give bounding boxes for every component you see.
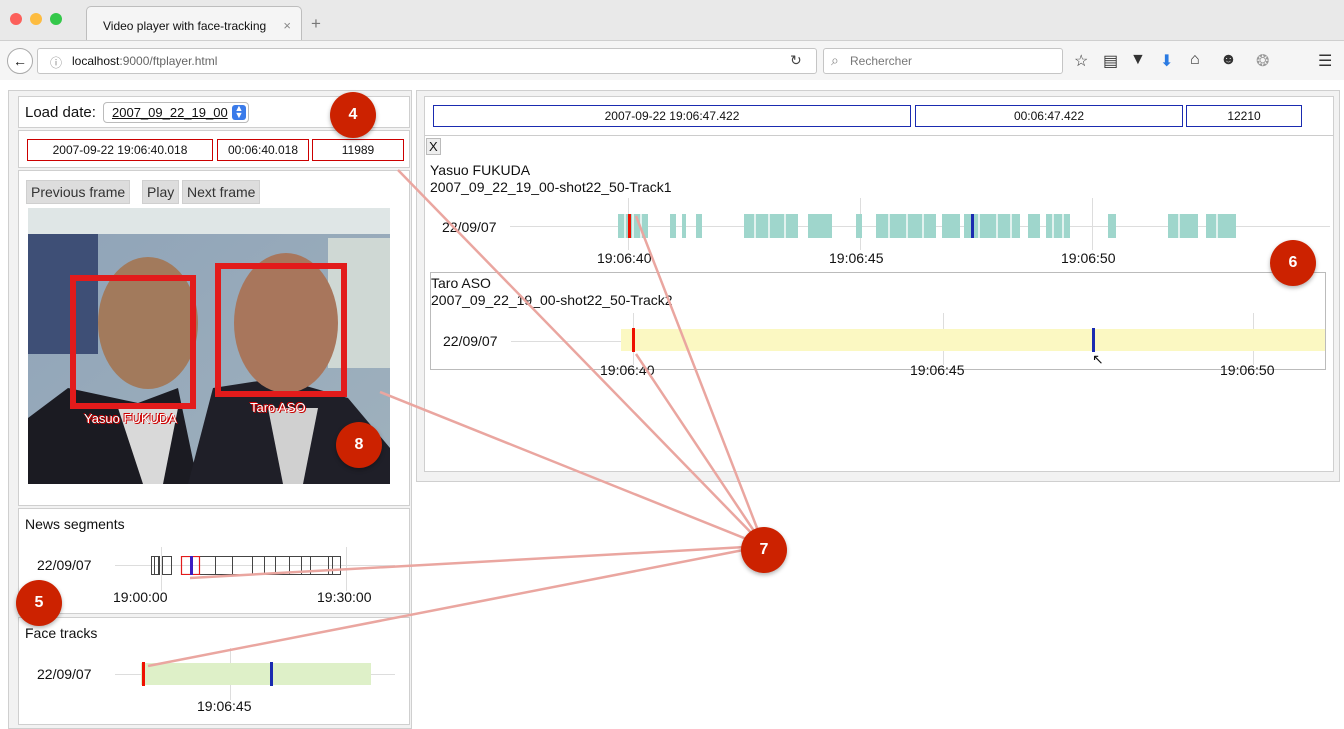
badge-7: 7: [741, 527, 787, 573]
badge-4: 4: [330, 92, 376, 138]
badge-5: 5: [16, 580, 62, 626]
badge-6: 6: [1270, 240, 1316, 286]
annotation-arrows: [147, 169, 766, 668]
arrow-to-left-frame-number: [397, 169, 765, 547]
badge-8: 8: [336, 422, 382, 468]
arrow-to-video-frame: [379, 390, 765, 548]
